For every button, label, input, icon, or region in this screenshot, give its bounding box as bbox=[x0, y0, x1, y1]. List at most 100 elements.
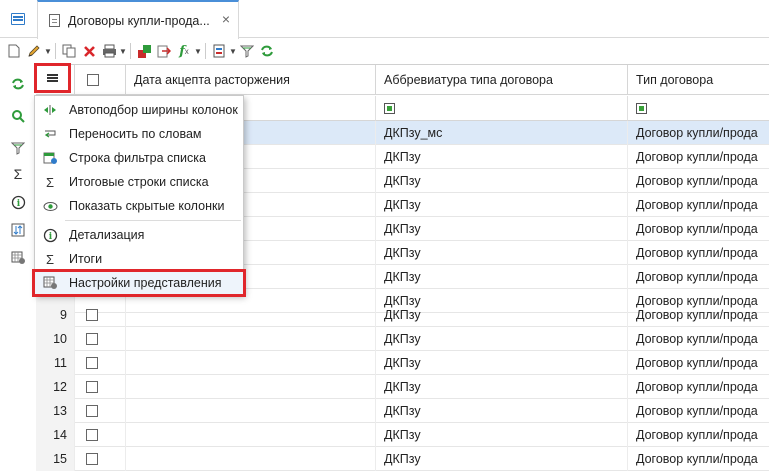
search-icon[interactable] bbox=[8, 106, 28, 126]
table-row[interactable]: 14 ДКПзу Договор купли/прода bbox=[36, 423, 769, 447]
menu-item-filter-row[interactable]: Строка фильтра списка bbox=[35, 146, 243, 170]
row-number: 12 bbox=[36, 375, 75, 399]
report-icon[interactable] bbox=[209, 41, 229, 61]
column-header-type[interactable]: Тип договора bbox=[628, 65, 769, 95]
menu-item-word-wrap[interactable]: Переносить по словам bbox=[35, 122, 243, 146]
cell-type[interactable]: Договор купли/прода bbox=[628, 265, 769, 289]
print-icon[interactable] bbox=[99, 41, 119, 61]
cell-date[interactable] bbox=[126, 447, 376, 471]
row-checkbox[interactable] bbox=[86, 309, 98, 321]
cell-type[interactable]: Договор купли/прода bbox=[628, 423, 769, 447]
filter-toggle-icon[interactable] bbox=[384, 102, 395, 114]
cell-abbr[interactable]: ДКПзу bbox=[376, 423, 628, 447]
menu-item-show-hidden[interactable]: Показать скрытые колонки bbox=[35, 194, 243, 218]
row-checkbox[interactable] bbox=[86, 333, 98, 345]
row-select-cell bbox=[75, 327, 126, 351]
sum-icon[interactable]: Σ bbox=[8, 164, 28, 184]
chevron-down-icon[interactable]: ▼ bbox=[44, 47, 52, 56]
formula-icon[interactable]: fx bbox=[174, 41, 194, 61]
cell-type[interactable]: Договор купли/прода bbox=[628, 217, 769, 241]
left-rail: Σ i bbox=[0, 64, 36, 457]
new-document-icon[interactable] bbox=[4, 41, 24, 61]
cell-abbr[interactable]: ДКПзу bbox=[376, 241, 628, 265]
grid-menu-button[interactable] bbox=[34, 63, 71, 93]
select-all-checkbox[interactable] bbox=[87, 73, 99, 86]
cell-type[interactable]: Договор купли/прода bbox=[628, 193, 769, 217]
menu-item-totals[interactable]: Σ Итоги bbox=[35, 247, 243, 271]
cell-abbr[interactable]: ДКПзу bbox=[376, 375, 628, 399]
row-checkbox[interactable] bbox=[86, 453, 98, 465]
filter-icon[interactable] bbox=[8, 138, 28, 158]
row-checkbox[interactable] bbox=[86, 357, 98, 369]
home-tab[interactable] bbox=[0, 0, 36, 38]
cell-date[interactable] bbox=[126, 327, 376, 351]
cell-abbr[interactable]: ДКПзу bbox=[376, 193, 628, 217]
table-row[interactable]: 9 ДКПзу Договор купли/прода bbox=[36, 303, 769, 327]
cell-type[interactable]: Договор купли/прода bbox=[628, 399, 769, 423]
cell-abbr[interactable]: ДКПзу bbox=[376, 217, 628, 241]
table-row[interactable]: 13 ДКПзу Договор купли/прода bbox=[36, 399, 769, 423]
cell-date[interactable] bbox=[126, 375, 376, 399]
cell-type[interactable]: Договор купли/прода bbox=[628, 447, 769, 471]
table-row[interactable]: 10 ДКПзу Договор купли/прода bbox=[36, 327, 769, 351]
cell-type[interactable]: Договор купли/прода bbox=[628, 145, 769, 169]
home-icon bbox=[11, 13, 25, 25]
cell-abbr[interactable]: ДКПзу bbox=[376, 303, 628, 327]
cell-date[interactable] bbox=[126, 303, 376, 327]
table-row[interactable]: 12 ДКПзу Договор купли/прода bbox=[36, 375, 769, 399]
cell-abbr[interactable]: ДКПзу bbox=[376, 327, 628, 351]
menu-item-total-rows[interactable]: Σ Итоговые строки списка bbox=[35, 170, 243, 194]
row-checkbox[interactable] bbox=[86, 381, 98, 393]
filter-cell-type[interactable] bbox=[628, 96, 769, 121]
view-settings-icon bbox=[35, 276, 65, 290]
menu-item-autofit[interactable]: Автоподбор ширины колонок bbox=[35, 98, 243, 122]
cell-date[interactable] bbox=[126, 351, 376, 375]
toolbar: ▼ ▼ fx ▼ ▼ bbox=[0, 40, 769, 62]
chevron-down-icon[interactable]: ▼ bbox=[229, 47, 237, 56]
info-icon[interactable]: i bbox=[8, 192, 28, 212]
cell-abbr[interactable]: ДКПзу bbox=[376, 351, 628, 375]
menu-item-view-settings[interactable]: Настройки представления bbox=[32, 269, 246, 297]
cell-type[interactable]: Договор купли/прода bbox=[628, 327, 769, 351]
filter-icon[interactable] bbox=[237, 41, 257, 61]
cell-abbr[interactable]: ДКПзу bbox=[376, 265, 628, 289]
cell-date[interactable] bbox=[126, 423, 376, 447]
table-row[interactable]: 11 ДКПзу Договор купли/прода bbox=[36, 351, 769, 375]
delete-icon[interactable] bbox=[79, 41, 99, 61]
column-header-abbr[interactable]: Аббревиатура типа договора bbox=[376, 65, 628, 95]
filter-cell-abbr[interactable] bbox=[376, 96, 628, 121]
cell-type[interactable]: Договор купли/прода bbox=[628, 121, 769, 145]
cell-abbr[interactable]: ДКПзу bbox=[376, 399, 628, 423]
cell-abbr[interactable]: ДКПзу bbox=[376, 145, 628, 169]
document-icon bbox=[49, 14, 60, 27]
edit-icon[interactable] bbox=[24, 41, 44, 61]
cell-type[interactable]: Договор купли/прода bbox=[628, 351, 769, 375]
cell-type[interactable]: Договор купли/прода bbox=[628, 241, 769, 265]
cell-type[interactable]: Договор купли/прода bbox=[628, 303, 769, 327]
chevron-down-icon[interactable]: ▼ bbox=[119, 47, 127, 56]
chevron-down-icon[interactable]: ▼ bbox=[194, 47, 202, 56]
tab-contracts[interactable]: Договоры купли-прода... × bbox=[37, 0, 239, 39]
export-icon[interactable] bbox=[134, 41, 154, 61]
refresh-icon[interactable] bbox=[257, 41, 277, 61]
cell-abbr[interactable]: ДКПзу_мс bbox=[376, 121, 628, 145]
close-icon[interactable]: × bbox=[222, 11, 230, 27]
cell-date[interactable] bbox=[126, 399, 376, 423]
sort-icon[interactable] bbox=[8, 220, 28, 240]
cell-type[interactable]: Договор купли/прода bbox=[628, 375, 769, 399]
menu-item-details[interactable]: i Детализация bbox=[35, 223, 243, 247]
cell-abbr[interactable]: ДКПзу bbox=[376, 447, 628, 471]
import-icon[interactable] bbox=[154, 41, 174, 61]
filter-toggle-icon[interactable] bbox=[636, 102, 647, 114]
cell-abbr[interactable]: ДКПзу bbox=[376, 169, 628, 193]
column-header-date[interactable]: Дата акцепта расторжения bbox=[126, 65, 376, 95]
view-settings-icon[interactable] bbox=[8, 248, 28, 268]
word-wrap-icon bbox=[35, 128, 65, 140]
cell-type[interactable]: Договор купли/прода bbox=[628, 169, 769, 193]
refresh-icon[interactable] bbox=[8, 74, 28, 94]
hamburger-icon bbox=[47, 74, 58, 82]
table-row[interactable]: 15 ДКПзу Договор купли/прода bbox=[36, 447, 769, 471]
row-checkbox[interactable] bbox=[86, 405, 98, 417]
copy-icon[interactable] bbox=[59, 41, 79, 61]
row-checkbox[interactable] bbox=[86, 429, 98, 441]
